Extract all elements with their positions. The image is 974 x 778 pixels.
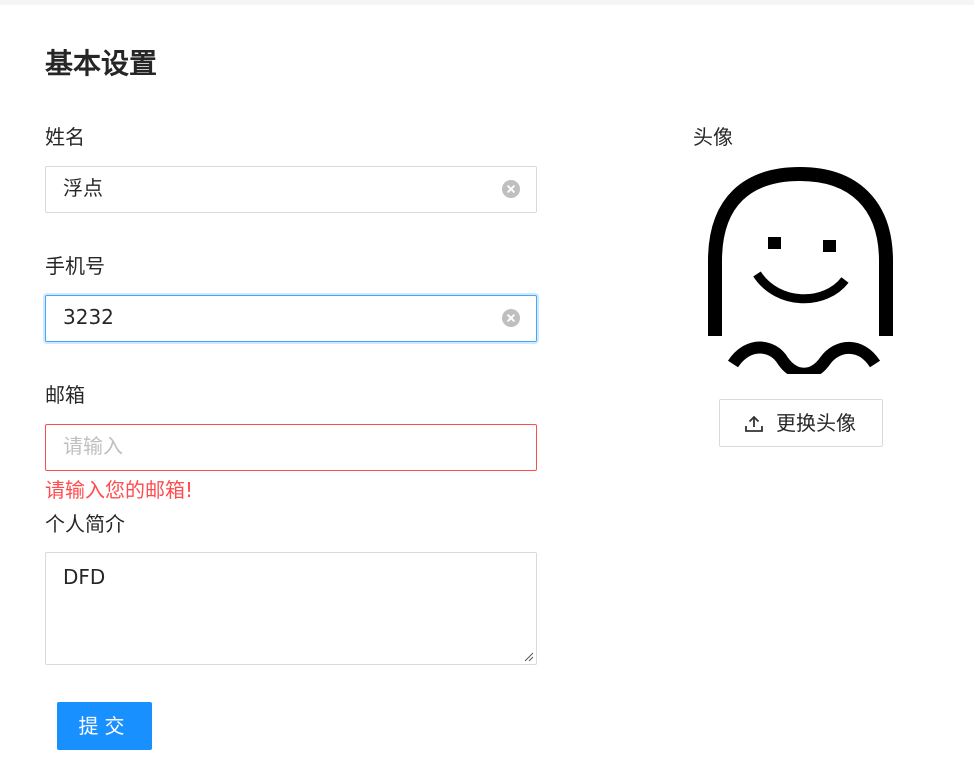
upload-icon xyxy=(745,415,763,432)
top-bar xyxy=(0,0,974,5)
name-field[interactable]: 浮点 xyxy=(45,166,537,213)
phone-field[interactable]: 3232 xyxy=(45,295,537,342)
bio-textarea[interactable]: DFD xyxy=(45,552,537,665)
avatar-label: 头像 xyxy=(693,125,733,149)
phone-value: 3232 xyxy=(63,305,114,329)
email-error-message: 请输入您的邮箱! xyxy=(45,478,194,502)
bio-value: DFD xyxy=(63,565,106,589)
bio-label: 个人简介 xyxy=(45,512,125,536)
submit-button[interactable]: 提交 xyxy=(57,702,152,750)
name-value: 浮点 xyxy=(63,176,103,200)
ghost-avatar-icon xyxy=(708,166,893,374)
email-placeholder: 请输入 xyxy=(63,434,123,458)
change-avatar-button[interactable]: 更换头像 xyxy=(719,399,883,447)
email-field[interactable]: 请输入 xyxy=(45,424,537,471)
page-title: 基本设置 xyxy=(45,47,158,80)
resize-handle-icon[interactable] xyxy=(522,650,534,662)
clear-name-icon[interactable] xyxy=(502,180,520,198)
clear-phone-icon[interactable] xyxy=(502,309,520,327)
phone-label: 手机号 xyxy=(45,254,105,278)
email-label: 邮箱 xyxy=(45,383,85,407)
change-avatar-label: 更换头像 xyxy=(776,411,856,435)
name-label: 姓名 xyxy=(45,125,85,149)
